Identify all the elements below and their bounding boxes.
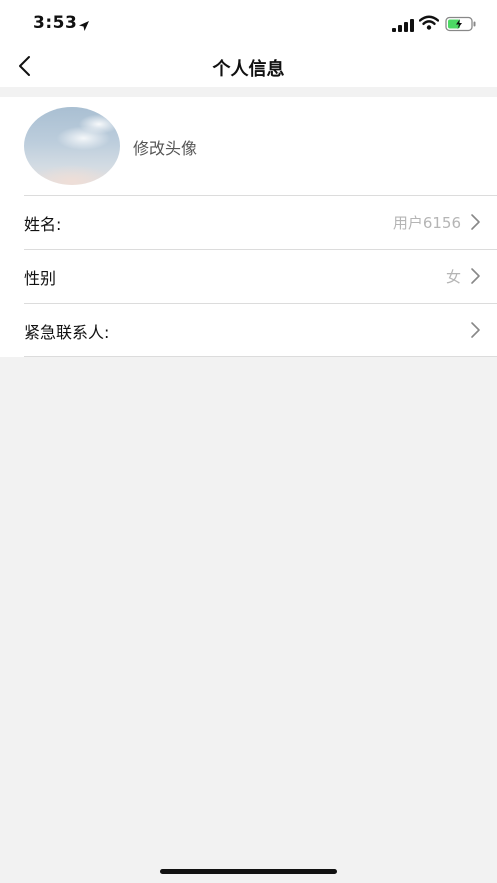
avatar-row[interactable]: 修改头像 (0, 97, 497, 195)
profile-list: 修改头像 姓名: 用户6156 性别 女 紧急联系人: (0, 97, 497, 357)
gender-value: 女 (445, 268, 461, 286)
gender-label: 性别 (24, 269, 57, 288)
chevron-right-icon (471, 322, 480, 338)
name-value: 用户6156 (392, 214, 461, 232)
emergency-contact-label: 紧急联系人: (24, 323, 110, 342)
wifi-icon (418, 15, 440, 34)
nav-bar: 个人信息 (0, 48, 497, 87)
status-time: 3:53 (33, 13, 78, 33)
gender-row[interactable]: 性别 女 (24, 249, 497, 303)
name-row[interactable]: 姓名: 用户6156 (24, 195, 497, 249)
battery-charging-icon (445, 16, 477, 36)
emergency-contact-row[interactable]: 紧急联系人: (24, 303, 497, 357)
chevron-right-icon (471, 214, 480, 230)
chevron-right-icon (471, 268, 480, 284)
avatar[interactable] (24, 107, 120, 185)
status-bar: 3:53 (0, 0, 497, 48)
name-label: 姓名: (24, 215, 62, 234)
cellular-signal-icon (392, 17, 414, 36)
page-title: 个人信息 (212, 59, 285, 80)
change-avatar-label: 修改头像 (133, 139, 198, 158)
location-arrow-icon (78, 17, 90, 36)
home-indicator (160, 869, 337, 874)
